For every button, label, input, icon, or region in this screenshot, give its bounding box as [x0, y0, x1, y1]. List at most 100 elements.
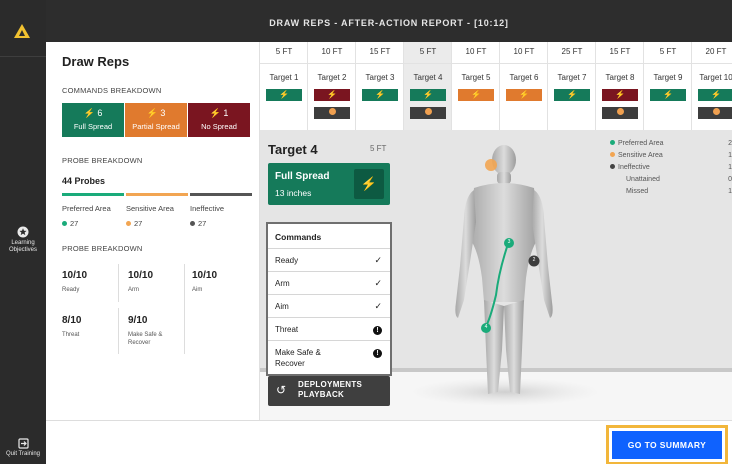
bolt-icon: ⚡	[698, 89, 732, 101]
target-name: Target 5	[461, 73, 491, 82]
probe-status-icon	[602, 107, 638, 119]
divider	[548, 63, 596, 64]
stat-divider	[118, 308, 119, 354]
target-column[interactable]: 5 FT Target 4 ⚡	[404, 42, 452, 130]
target-column[interactable]: 10 FT Target 5 ⚡	[452, 42, 500, 130]
list-item: Make Safe & Recover !	[268, 340, 390, 374]
full-spread-count: 6	[97, 108, 103, 118]
sensitive-area-bar	[126, 193, 188, 196]
divider	[404, 63, 452, 64]
probe-status-icon	[410, 107, 446, 119]
divider	[308, 63, 356, 64]
ineffective-value: 27	[190, 219, 206, 228]
learning-objectives-button[interactable]: Learning Objectives	[0, 226, 46, 254]
list-item: Aim ✓	[268, 294, 390, 317]
target-detail: 3 2 4 Target 4 5 FT Full Spread 13 inche…	[260, 130, 732, 420]
target-column[interactable]: 5 FT Target 1 ⚡	[260, 42, 308, 130]
target-column[interactable]: 10 FT Target 6 ⚡	[500, 42, 548, 130]
divider	[644, 63, 692, 64]
result-title: Full Spread	[275, 171, 330, 182]
left-rail: Learning Objectives Quit Training	[0, 0, 46, 464]
ineffective-label: Ineffective	[190, 204, 225, 213]
target-distance: 15 FT	[609, 47, 631, 56]
target-distance: 5 FT	[370, 144, 387, 153]
target-distance: 15 FT	[369, 47, 391, 56]
bolt-icon: ⚡	[83, 108, 95, 118]
legend-preferred: Preferred Area 2	[610, 140, 732, 147]
target-column[interactable]: 15 FT Target 3 ⚡	[356, 42, 404, 130]
window-title: DRAW REPS - AFTER-ACTION REPORT - [10:12…	[269, 18, 509, 28]
divider	[356, 63, 404, 64]
orange-dot-icon	[126, 221, 131, 226]
bolt-icon: ⚡	[602, 89, 638, 101]
target-distance: 25 FT	[561, 47, 583, 56]
legend-missed: Missed 1	[626, 188, 732, 195]
probes-count: 44 Probes	[62, 176, 106, 186]
probe-breakdown-heading: PROBE BREAKDOWN	[62, 156, 143, 165]
bolt-icon: ⚡	[209, 108, 221, 118]
stat-threat: 8/10 Threat	[62, 315, 124, 339]
target-column[interactable]: 20 FT Target 10 ⚡	[692, 42, 732, 130]
preferred-area-bar	[62, 193, 124, 196]
summary-panel: Draw Reps COMMANDS BREAKDOWN ⚡ 6 Full Sp…	[46, 42, 260, 420]
learning-objectives-label: Learning Objectives	[8, 240, 37, 253]
target-name: Target 4	[413, 73, 443, 82]
bolt-icon: ⚡	[506, 89, 542, 101]
bolt-icon: ⚡	[458, 89, 494, 101]
no-spread-tile: ⚡ 1 No Spread	[188, 103, 250, 137]
bolt-icon: ⚡	[362, 89, 398, 101]
legend-ineffective: Ineffective 1	[610, 164, 732, 171]
target-name: Target 8	[605, 73, 635, 82]
commands-list: Commands Ready ✓ Arm ✓ Aim ✓ Threat ! Ma…	[266, 222, 392, 376]
bolt-icon: ⚡	[354, 169, 384, 199]
stat-aim-label: Aim	[192, 287, 203, 293]
bolt-icon: ⚡	[554, 89, 590, 101]
stat-make-safe-value: 9/10	[128, 315, 148, 326]
dark-dot-icon	[610, 164, 615, 169]
target-column[interactable]: 25 FT Target 7 ⚡	[548, 42, 596, 130]
target-column[interactable]: 5 FT Target 9 ⚡	[644, 42, 692, 130]
full-spread-label: Full Spread	[73, 122, 113, 131]
stat-make-safe-label: Make Safe & Recover	[128, 332, 163, 346]
target-distance: 5 FT	[275, 47, 293, 56]
target-distance: 10 FT	[513, 47, 535, 56]
target-distance: 10 FT	[465, 47, 487, 56]
green-dot-icon	[610, 140, 615, 145]
targets-table: 5 FT Target 1 ⚡ 10 FT Target 2 ⚡ 15 FT Target 3…	[260, 42, 732, 130]
star-badge-icon	[17, 226, 29, 238]
go-to-summary-button[interactable]: GO TO SUMMARY	[612, 431, 722, 459]
quit-training-button[interactable]: Quit Training	[0, 438, 46, 458]
target-column[interactable]: 15 FT Target 8 ⚡	[596, 42, 644, 130]
legend-sensitive: Sensitive Area 1	[610, 152, 732, 159]
rail-divider	[0, 56, 46, 57]
probe-status-icon	[314, 107, 350, 119]
target-name: Target 3	[365, 73, 395, 82]
stat-threat-label: Threat	[62, 332, 80, 338]
check-icon: ✓	[374, 301, 382, 311]
quit-training-label: Quit Training	[5, 451, 41, 457]
full-spread-tile: ⚡ 6 Full Spread	[62, 103, 124, 137]
bolt-icon: ⚡	[650, 89, 686, 101]
stat-ready-label: Ready	[62, 287, 80, 293]
bolt-icon: ⚡	[146, 108, 158, 118]
alert-icon: !	[373, 324, 382, 335]
sensitive-area-value: 27	[126, 219, 142, 228]
divider	[452, 63, 500, 64]
bolt-icon: ⚡	[410, 89, 446, 101]
playback-label: DEPLOYMENTS PLAYBACK	[298, 380, 363, 399]
orange-dot-icon	[610, 152, 615, 157]
summary-focus-ring: GO TO SUMMARY	[606, 425, 728, 464]
legend-unattained: Unattained 0	[626, 176, 732, 183]
target-column[interactable]: 10 FT Target 2 ⚡	[308, 42, 356, 130]
preferred-area-value: 27	[62, 219, 78, 228]
preferred-area-label: Preferred Area	[62, 204, 111, 213]
exit-icon	[17, 438, 29, 449]
target-name: Target 1	[269, 73, 299, 82]
target-distance: 20 FT	[705, 47, 727, 56]
partial-spread-tile: ⚡ 3 Partial Spread	[125, 103, 187, 137]
deployments-playback-button[interactable]: ↺ DEPLOYMENTS PLAYBACK	[268, 376, 390, 406]
list-item: Ready ✓	[268, 248, 390, 271]
stat-arm-label: Arm	[128, 287, 139, 293]
alert-icon: !	[373, 347, 382, 358]
stat-make-safe: 9/10 Make Safe & Recover	[128, 315, 182, 347]
